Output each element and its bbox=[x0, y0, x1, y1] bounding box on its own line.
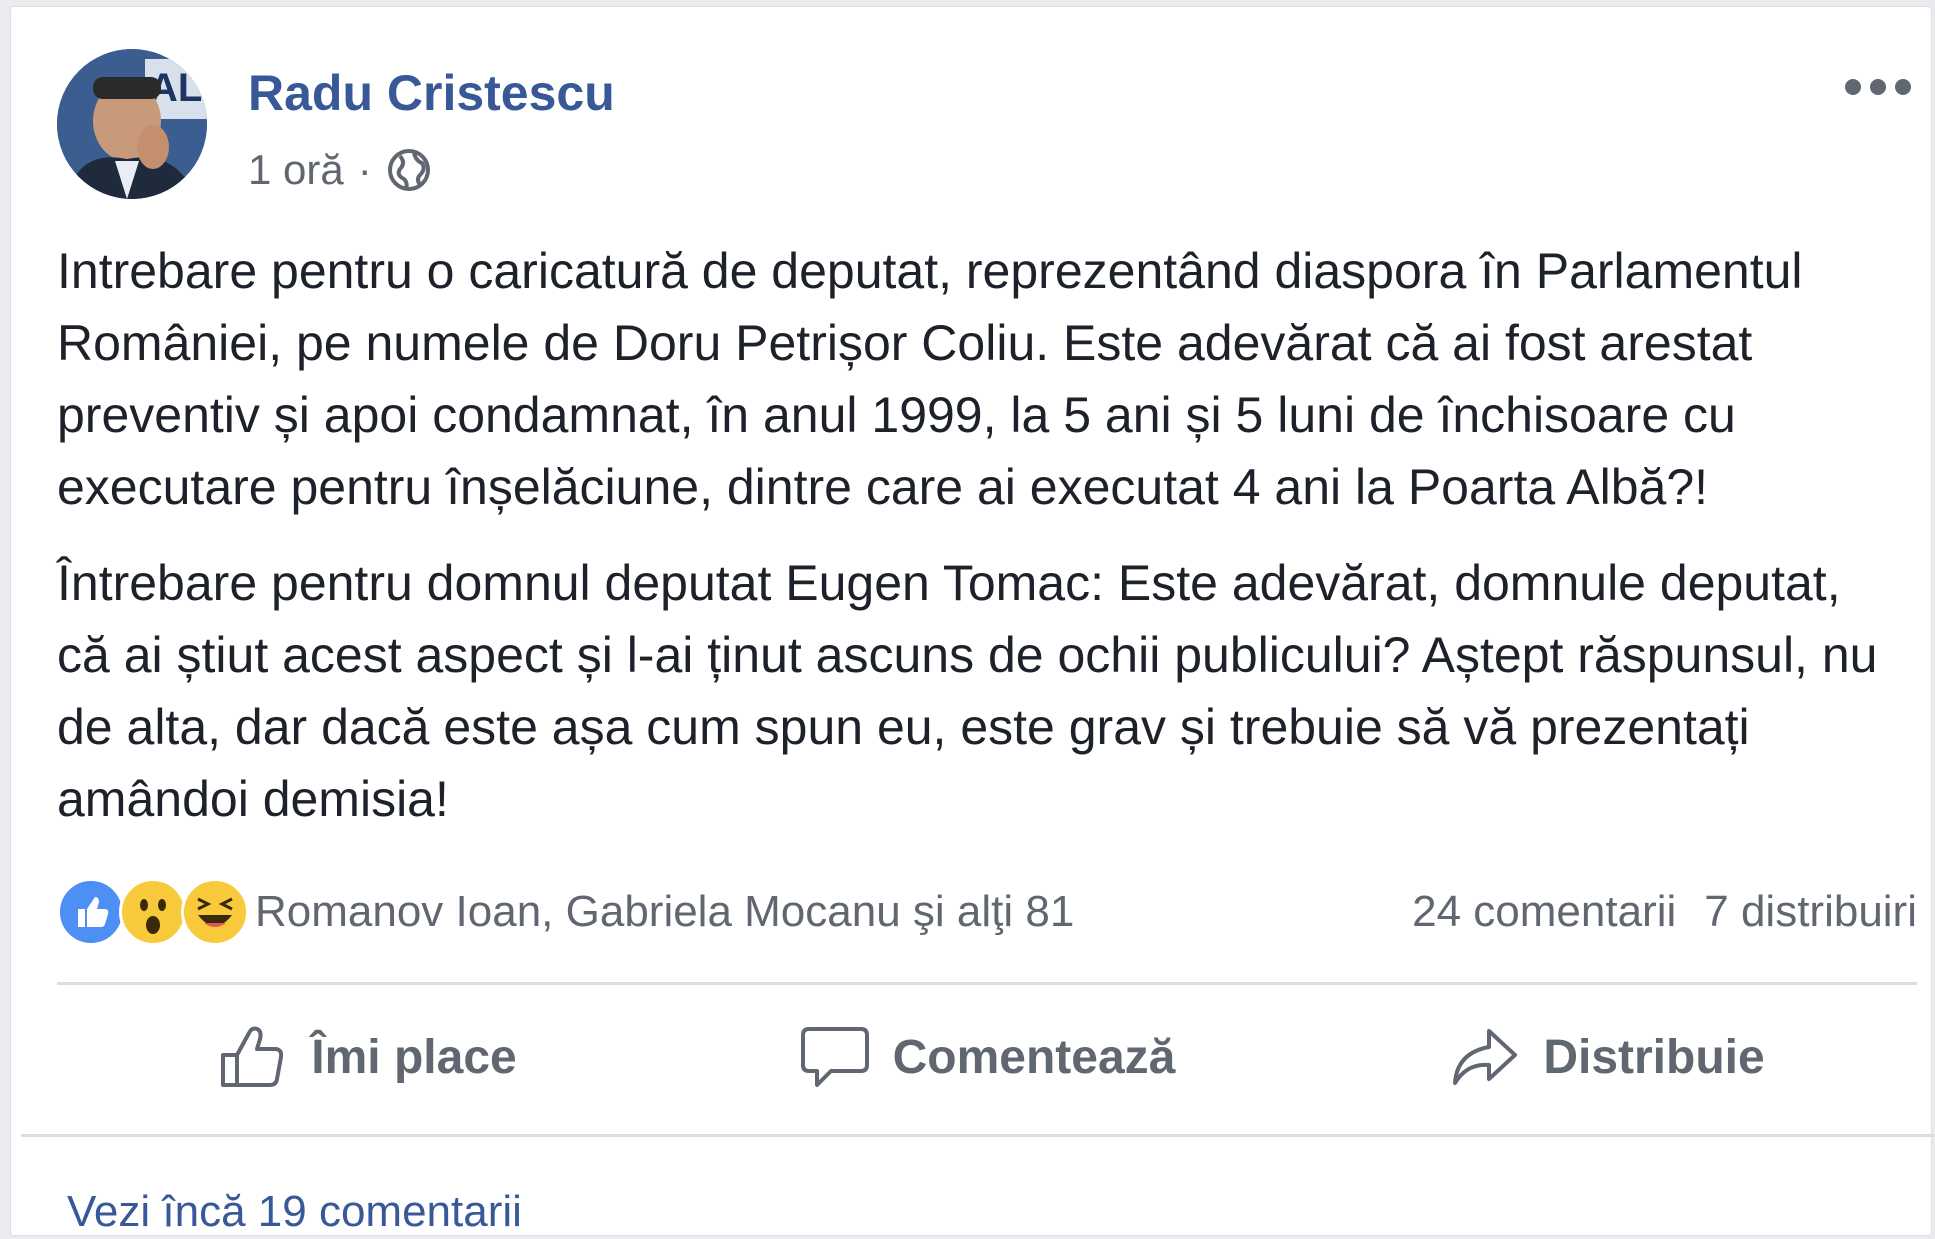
more-horizontal-icon[interactable] bbox=[1845, 77, 1911, 97]
comment-button[interactable]: Comentează bbox=[677, 1021, 1297, 1093]
author-avatar[interactable]: AL bbox=[57, 49, 207, 199]
divider bbox=[21, 1134, 1935, 1137]
wow-reaction-icon bbox=[119, 878, 187, 946]
reactions-summary-row: Romanov Ioan, Gabriela Mocanu şi alţi 81… bbox=[57, 877, 1917, 947]
share-icon bbox=[1453, 1029, 1518, 1085]
comments-count[interactable]: 24 comentarii bbox=[1412, 887, 1676, 937]
engagement-counts: 24 comentarii 7 distribuiri bbox=[1412, 887, 1917, 937]
dot-icon bbox=[1870, 79, 1886, 95]
comment-label: Comentează bbox=[892, 1030, 1176, 1084]
avatar-image: AL bbox=[57, 49, 207, 199]
thumbs-up-icon bbox=[221, 1026, 284, 1087]
reactions-names[interactable]: Romanov Ioan, Gabriela Mocanu şi alţi 81 bbox=[255, 887, 1074, 937]
dot-icon bbox=[1845, 79, 1861, 95]
author-name[interactable]: Radu Cristescu bbox=[248, 63, 615, 123]
globe-icon[interactable] bbox=[386, 147, 432, 193]
like-reaction-icon bbox=[57, 878, 125, 946]
shares-count[interactable]: 7 distribuiri bbox=[1704, 887, 1917, 937]
post-card: AL Radu Cristescu 1 oră · Intrebare pent… bbox=[10, 6, 1935, 1239]
reaction-icons[interactable] bbox=[57, 878, 249, 946]
divider bbox=[57, 982, 1917, 985]
share-label: Distribuie bbox=[1543, 1030, 1765, 1084]
like-button[interactable]: Îmi place bbox=[57, 1021, 677, 1093]
post-paragraph: Întrebare pentru domnul deputat Eugen To… bbox=[57, 555, 1878, 827]
post-body: Intrebare pentru o caricatură de deputat… bbox=[57, 235, 1907, 859]
post-meta: 1 oră · bbox=[248, 145, 432, 195]
haha-reaction-icon bbox=[181, 878, 249, 946]
post-actions: Îmi place Comentează Distribuie bbox=[57, 997, 1917, 1117]
view-more-comments-link[interactable]: Vezi încă 19 comentarii bbox=[67, 1185, 522, 1239]
like-label: Îmi place bbox=[311, 1030, 517, 1084]
meta-separator: · bbox=[357, 146, 372, 193]
comment-icon bbox=[800, 1027, 869, 1087]
post-timestamp[interactable]: 1 oră bbox=[248, 145, 344, 195]
dot-icon bbox=[1895, 79, 1911, 95]
post-paragraph: Intrebare pentru o caricatură de deputat… bbox=[57, 243, 1803, 515]
share-button[interactable]: Distribuie bbox=[1297, 1021, 1917, 1093]
